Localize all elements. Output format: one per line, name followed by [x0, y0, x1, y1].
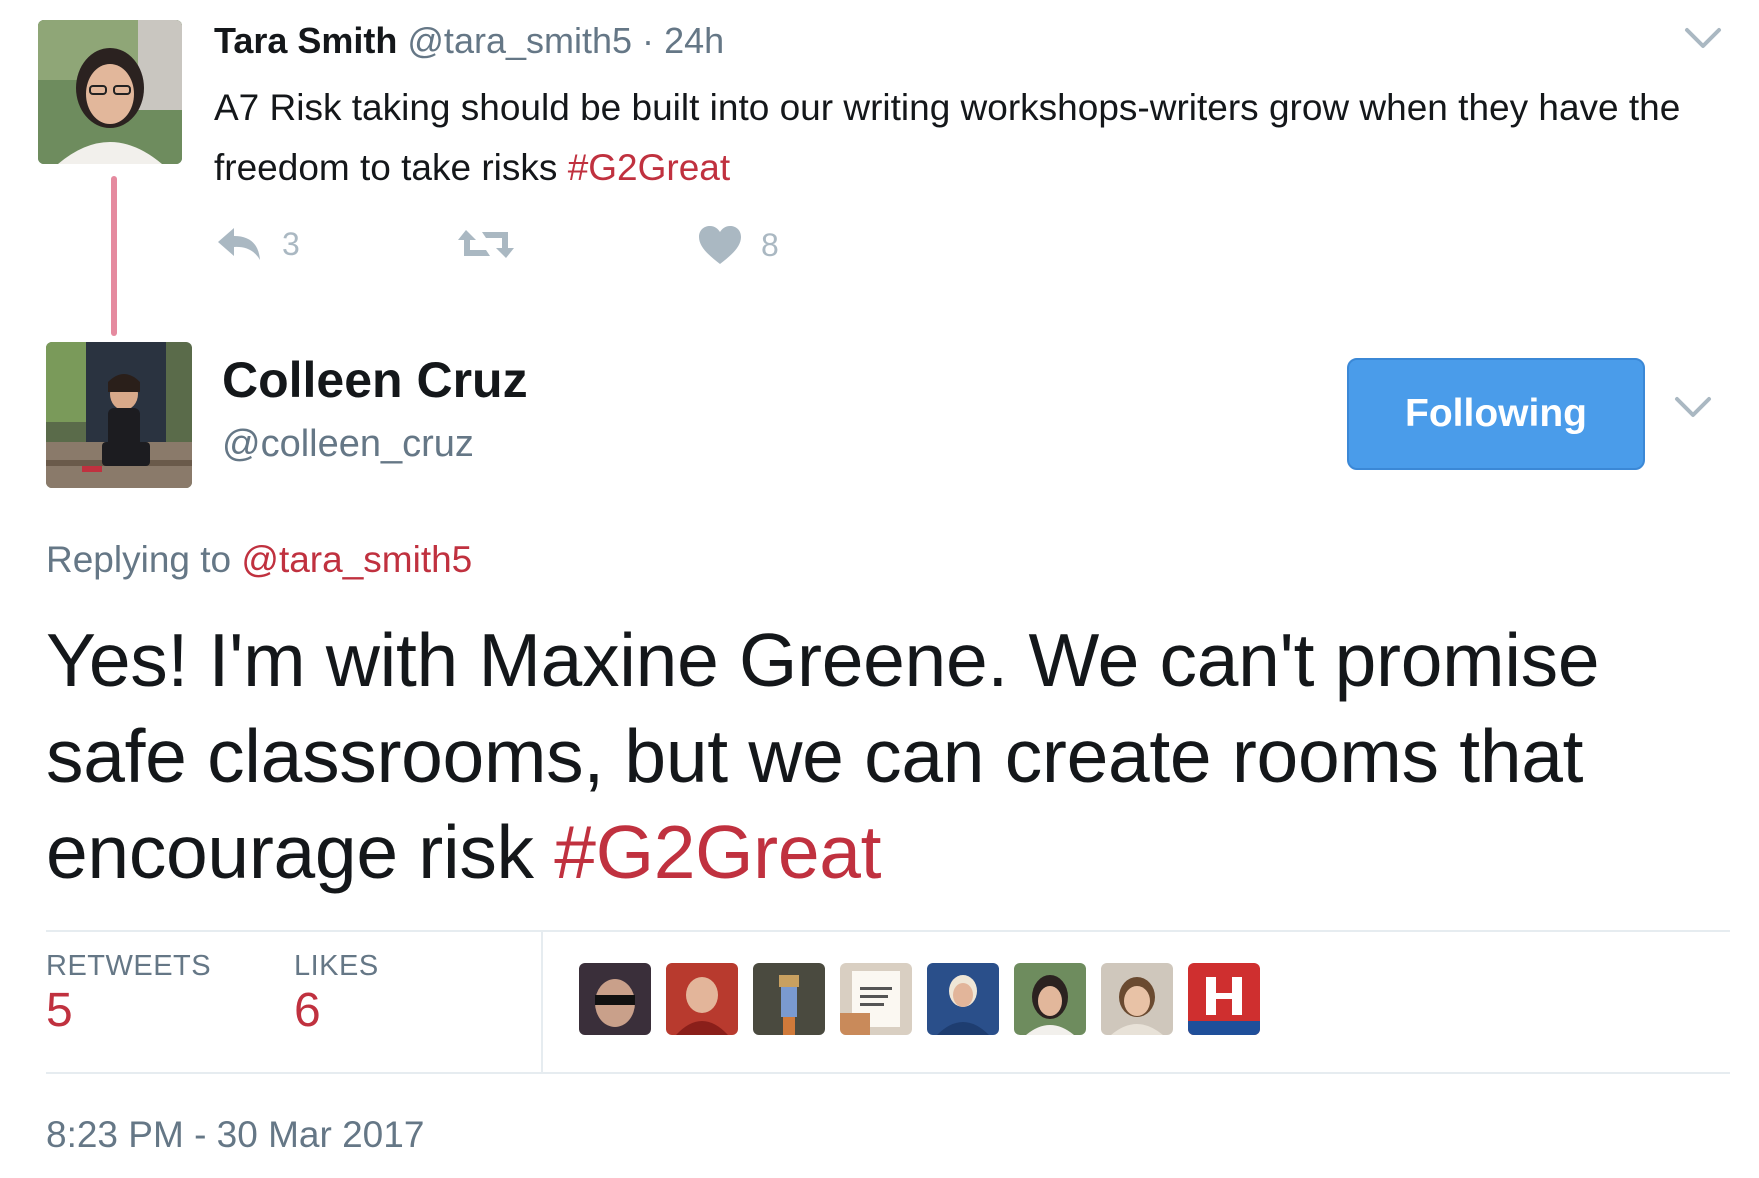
like-action[interactable]: 8: [697, 224, 779, 266]
parent-tweet-body: A7 Risk taking should be built into our …: [214, 87, 1681, 188]
reply-count: 3: [282, 225, 300, 262]
parent-tweet-text: A7 Risk taking should be built into our …: [214, 78, 1744, 198]
reply-author-name[interactable]: Colleen Cruz: [222, 350, 528, 410]
retweet-action[interactable]: [456, 224, 534, 264]
reply-author-handle[interactable]: @colleen_cruz: [222, 420, 474, 468]
parent-hashtag-link[interactable]: #G2Great: [568, 147, 730, 188]
retweets-stat[interactable]: RETWEETS 5: [46, 950, 211, 1039]
retweets-label: RETWEETS: [46, 950, 212, 982]
parent-tweet-header: Tara Smith @tara_smith5 · 24h: [214, 18, 724, 64]
parent-author-name[interactable]: Tara Smith: [214, 20, 397, 61]
liker-avatar-4[interactable]: [840, 963, 912, 1035]
stats-vertical-divider: [541, 932, 543, 1074]
chevron-down-icon[interactable]: [1683, 26, 1723, 52]
reply-hashtag-link[interactable]: #G2Great: [554, 810, 881, 894]
stats-top-divider: [46, 930, 1730, 932]
liker-avatar-1[interactable]: [579, 963, 651, 1035]
tweet-timestamp[interactable]: 8:23 PM - 30 Mar 2017: [46, 1114, 424, 1156]
thread-connector-line: [111, 176, 117, 336]
liker-avatar-7[interactable]: [1101, 963, 1173, 1035]
retweet-icon[interactable]: [456, 224, 516, 264]
reply-action[interactable]: 3: [214, 224, 300, 264]
liker-avatar-8[interactable]: [1188, 963, 1260, 1035]
reply-icon[interactable]: [214, 224, 264, 264]
liker-avatar-3[interactable]: [753, 963, 825, 1035]
replying-to-label: Replying to: [46, 539, 242, 580]
header-separator: ·: [642, 20, 655, 61]
colleen-cruz-avatar[interactable]: [46, 342, 192, 488]
liker-avatar-6[interactable]: [1014, 963, 1086, 1035]
stats-bottom-divider: [46, 1072, 1730, 1074]
reply-tweet-text: Yes! I'm with Maxine Greene. We can't pr…: [46, 612, 1706, 900]
liker-avatar-2[interactable]: [666, 963, 738, 1035]
chevron-down-icon[interactable]: [1673, 395, 1713, 421]
tara-smith-avatar[interactable]: [38, 20, 182, 164]
liker-avatars: [579, 963, 1260, 1035]
following-button[interactable]: Following: [1347, 358, 1645, 470]
like-count: 8: [761, 226, 779, 263]
replying-to-line: Replying to @tara_smith5: [46, 535, 472, 585]
retweets-value: 5: [46, 984, 73, 1037]
likes-value: 6: [294, 984, 321, 1037]
replying-to-mention-link[interactable]: @tara_smith5: [241, 539, 472, 580]
parent-author-handle[interactable]: @tara_smith5: [407, 20, 632, 61]
likes-stat[interactable]: LIKES 6: [294, 950, 379, 1039]
liker-avatar-5[interactable]: [927, 963, 999, 1035]
heart-icon[interactable]: [697, 224, 743, 266]
likes-label: LIKES: [294, 950, 379, 982]
parent-tweet-time[interactable]: 24h: [664, 20, 724, 61]
